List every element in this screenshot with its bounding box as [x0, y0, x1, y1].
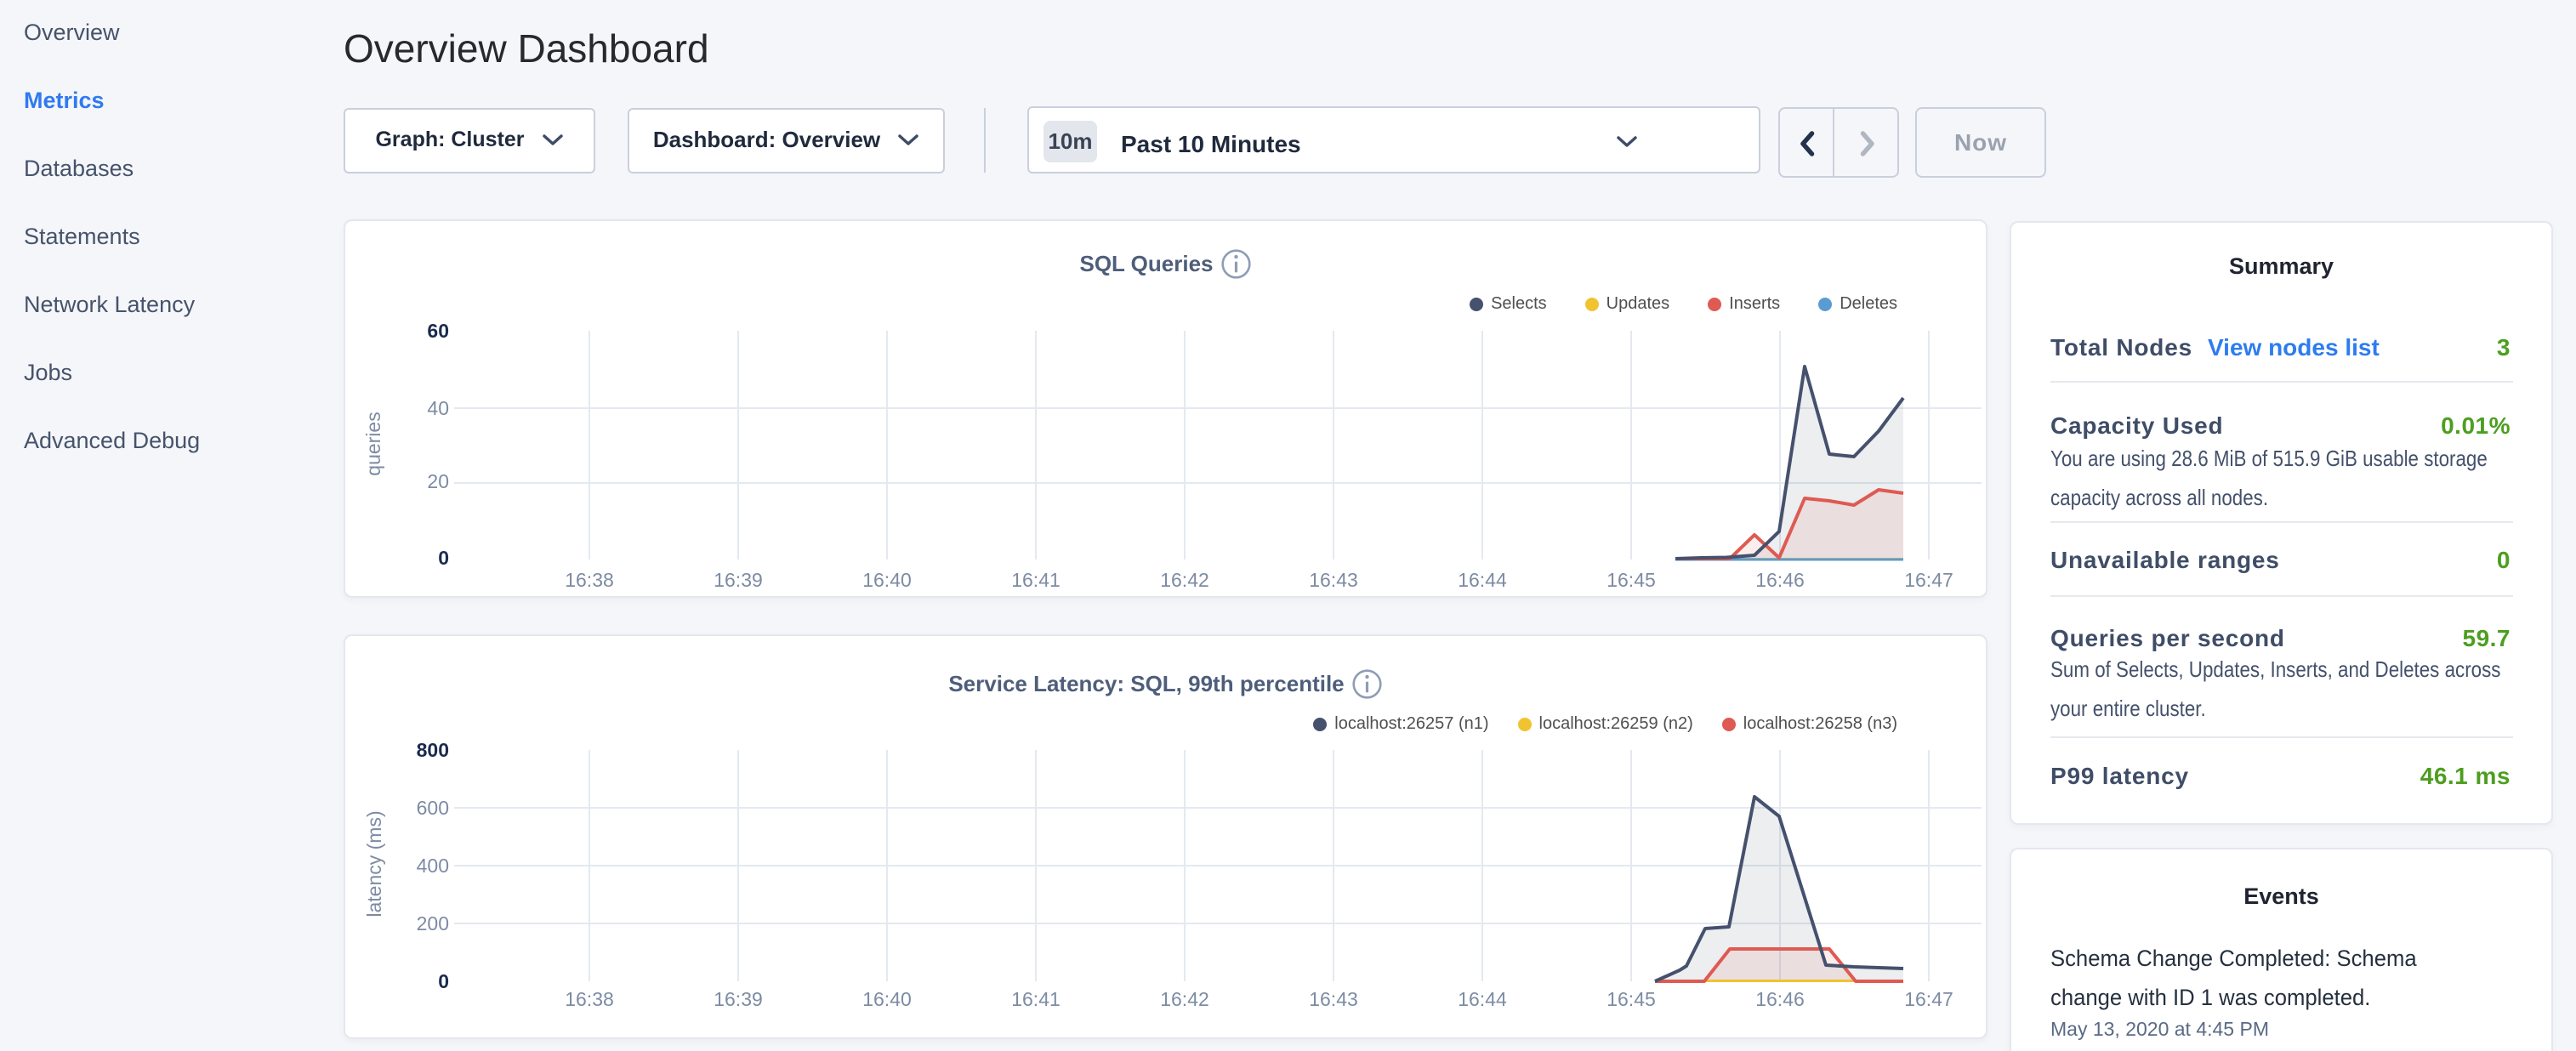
- svg-text:16:47: 16:47: [1904, 569, 1953, 591]
- svg-text:16:46: 16:46: [1755, 569, 1805, 591]
- svg-text:16:40: 16:40: [862, 988, 912, 1010]
- svg-text:40: 40: [427, 397, 449, 419]
- svg-text:16:45: 16:45: [1606, 569, 1656, 591]
- svg-text:16:47: 16:47: [1904, 988, 1953, 1010]
- svg-text:60: 60: [427, 320, 449, 342]
- svg-text:16:44: 16:44: [1458, 569, 1507, 591]
- svg-text:0: 0: [438, 970, 449, 992]
- svg-text:20: 20: [427, 470, 449, 492]
- svg-text:16:42: 16:42: [1160, 988, 1209, 1010]
- svg-text:16:46: 16:46: [1755, 988, 1805, 1010]
- svg-text:600: 600: [417, 797, 449, 819]
- svg-text:16:43: 16:43: [1309, 988, 1358, 1010]
- svg-text:16:45: 16:45: [1606, 988, 1656, 1010]
- svg-text:16:41: 16:41: [1011, 988, 1061, 1010]
- svg-text:16:39: 16:39: [714, 988, 763, 1010]
- svg-text:800: 800: [417, 739, 449, 761]
- svg-text:latency (ms): latency (ms): [363, 810, 385, 917]
- svg-text:0: 0: [438, 547, 449, 569]
- svg-text:16:42: 16:42: [1160, 569, 1209, 591]
- svg-text:16:39: 16:39: [714, 569, 763, 591]
- svg-text:16:41: 16:41: [1011, 569, 1061, 591]
- svg-text:16:43: 16:43: [1309, 569, 1358, 591]
- svg-text:16:40: 16:40: [862, 569, 912, 591]
- svg-text:16:44: 16:44: [1458, 988, 1507, 1010]
- svg-text:200: 200: [417, 912, 449, 935]
- svg-text:queries: queries: [362, 412, 384, 475]
- svg-text:400: 400: [417, 855, 449, 877]
- svg-text:16:38: 16:38: [565, 988, 614, 1010]
- svg-text:16:38: 16:38: [565, 569, 614, 591]
